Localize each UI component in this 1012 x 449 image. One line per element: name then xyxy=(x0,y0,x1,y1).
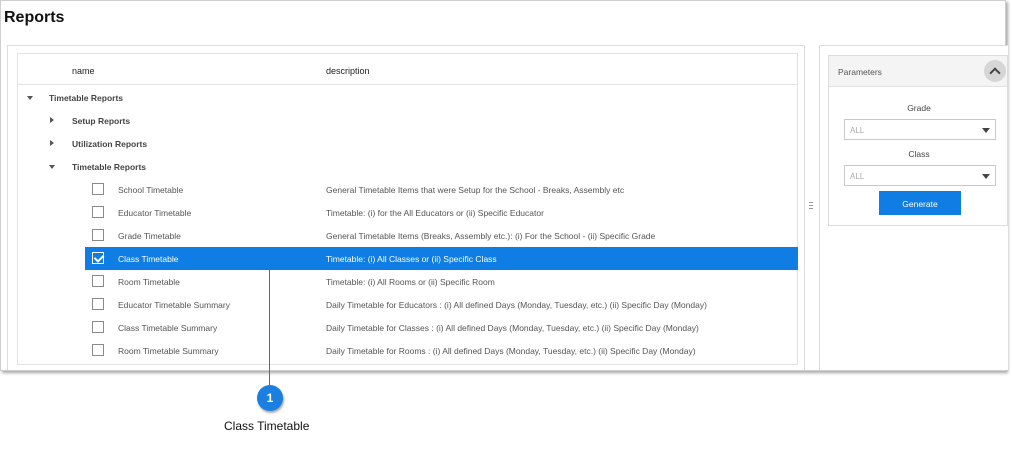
report-name: Educator Timetable Summary xyxy=(118,300,230,310)
class-label: Class xyxy=(908,149,930,159)
reports-panel: name description Timetable Reports Setup… xyxy=(7,45,805,370)
row-checkbox[interactable] xyxy=(92,321,104,333)
report-name: Class Timetable xyxy=(118,254,179,264)
row-checkbox[interactable] xyxy=(92,183,104,195)
generate-button[interactable]: Generate xyxy=(879,191,961,215)
grade-select[interactable]: ALL xyxy=(844,119,996,140)
expand-icon[interactable] xyxy=(49,165,55,169)
report-row-educator-timetable[interactable]: Educator Timetable Timetable: (i) for th… xyxy=(18,201,797,224)
row-checkbox[interactable] xyxy=(92,344,104,356)
report-name: School Timetable xyxy=(118,185,184,195)
class-select[interactable]: ALL xyxy=(844,165,996,186)
group-row-setup-reports[interactable]: Setup Reports xyxy=(18,109,797,132)
page-title: Reports xyxy=(4,9,65,26)
report-description: Timetable: (i) All Rooms or (ii) Specifi… xyxy=(326,277,495,287)
grade-select-value: ALL xyxy=(850,126,865,135)
report-description: Daily Timetable for Educators : (i) All … xyxy=(326,300,707,310)
report-name: Educator Timetable xyxy=(118,208,192,218)
report-name: Room Timetable Summary xyxy=(118,346,219,356)
report-name: Room Timetable xyxy=(118,277,180,287)
report-row-class-timetable[interactable]: Class Timetable Timetable: (i) All Class… xyxy=(18,247,798,270)
report-row-educator-timetable-summary[interactable]: Educator Timetable Summary Daily Timetab… xyxy=(18,293,797,316)
report-name: Grade Timetable xyxy=(118,231,181,241)
parameters-header: Parameters xyxy=(829,56,1007,87)
column-header-description[interactable]: description xyxy=(326,66,370,76)
report-description: General Timetable Items (Breaks, Assembl… xyxy=(326,231,656,241)
row-checkbox[interactable] xyxy=(92,229,104,241)
report-description: Daily Timetable for Classes : (i) All de… xyxy=(326,323,699,333)
callout-caption: Class Timetable xyxy=(224,419,310,433)
group-label: Utilization Reports xyxy=(72,139,148,149)
column-header-name[interactable]: name xyxy=(72,66,95,76)
class-select-value: ALL xyxy=(850,172,865,181)
callout-badge: 1 xyxy=(257,385,283,411)
reports-grid: name description Timetable Reports Setup… xyxy=(17,53,798,365)
report-description: Daily Timetable for Rooms : (i) All defi… xyxy=(326,346,696,356)
group-label: Setup Reports xyxy=(72,116,131,126)
report-row-grade-timetable[interactable]: Grade Timetable General Timetable Items … xyxy=(18,224,797,247)
report-name: Class Timetable Summary xyxy=(118,323,218,333)
row-checkbox[interactable] xyxy=(92,206,104,218)
reports-window: Reports name description Timetable Repor… xyxy=(0,0,1009,371)
group-row-timetable-reports[interactable]: Timetable Reports xyxy=(18,86,797,109)
grid-header: name description xyxy=(18,54,797,85)
report-description: General Timetable Items that were Setup … xyxy=(326,185,625,195)
group-label: Timetable Reports xyxy=(49,93,124,103)
row-checkbox-checked[interactable] xyxy=(92,252,104,264)
row-checkbox[interactable] xyxy=(92,275,104,287)
group-row-timetable-reports-sub[interactable]: Timetable Reports xyxy=(18,155,797,178)
parameters-title: Parameters xyxy=(838,67,882,77)
expand-icon[interactable] xyxy=(27,96,33,100)
row-checkbox[interactable] xyxy=(92,298,104,310)
panel-splitter-handle[interactable] xyxy=(809,200,813,214)
group-label: Timetable Reports xyxy=(72,162,147,172)
chevron-down-icon[interactable] xyxy=(982,128,990,133)
grade-label: Grade xyxy=(907,103,931,113)
report-row-room-timetable[interactable]: Room Timetable Timetable: (i) All Rooms … xyxy=(18,270,797,293)
callout-leader-line xyxy=(269,269,270,385)
collapse-icon[interactable] xyxy=(50,140,54,146)
parameters-box: Parameters Grade ALL Class ALL Generate xyxy=(828,55,1008,226)
chevron-up-icon[interactable] xyxy=(984,60,1006,82)
report-description: Timetable: (i) for the All Educators or … xyxy=(326,208,544,218)
report-row-class-timetable-summary[interactable]: Class Timetable Summary Daily Timetable … xyxy=(18,316,797,339)
report-description: Timetable: (i) All Classes or (ii) Speci… xyxy=(326,254,497,264)
report-row-school-timetable[interactable]: School Timetable General Timetable Items… xyxy=(18,178,797,201)
collapse-icon[interactable] xyxy=(50,117,54,123)
chevron-down-icon[interactable] xyxy=(982,174,990,179)
parameters-panel: Parameters Grade ALL Class ALL Generate xyxy=(819,45,1009,370)
report-row-room-timetable-summary[interactable]: Room Timetable Summary Daily Timetable f… xyxy=(18,339,797,362)
group-row-utilization-reports[interactable]: Utilization Reports xyxy=(18,132,797,155)
